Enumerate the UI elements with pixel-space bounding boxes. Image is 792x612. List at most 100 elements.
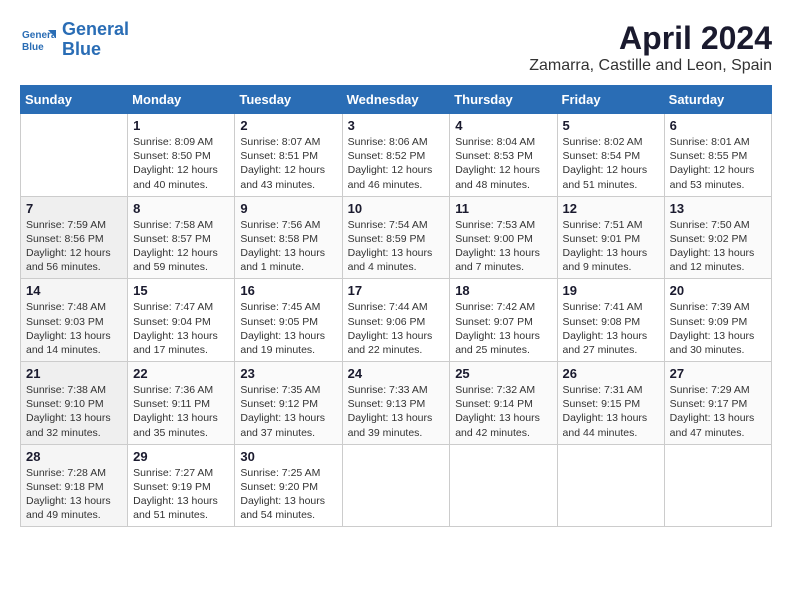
calendar-cell: 12Sunrise: 7:51 AMSunset: 9:01 PMDayligh… xyxy=(557,196,664,279)
calendar-cell: 29Sunrise: 7:27 AMSunset: 9:19 PMDayligh… xyxy=(128,444,235,527)
calendar-cell: 16 Sunrise: 7:45 AMSunset: 9:05 PMDayligh… xyxy=(235,279,342,362)
day-info: Sunrise: 7:33 AMSunset: 9:13 PMDaylight:… xyxy=(348,383,445,440)
calendar-cell: 22 Sunrise: 7:36 AMSunset: 9:11 PMDayligh… xyxy=(128,362,235,445)
day-number: 23 xyxy=(240,366,336,381)
day-number: 14 xyxy=(26,283,122,298)
day-number: 30 xyxy=(240,449,336,464)
day-info: Sunrise: 7:35 AMSunset: 9:12 PMDaylight:… xyxy=(240,383,336,440)
day-info: Sunrise: 7:39 AMSunset: 9:09 PMDaylight:… xyxy=(670,300,766,357)
day-info: Sunrise: 7:45 AMSunset: 9:05 PMDaylight:… xyxy=(240,300,336,357)
day-number: 22 xyxy=(133,366,229,381)
day-number: 24 xyxy=(348,366,445,381)
day-info: Sunrise: 7:44 AMSunset: 9:06 PMDaylight:… xyxy=(348,300,445,357)
calendar-cell: 30Sunrise: 7:25 AMSunset: 9:20 PMDayligh… xyxy=(235,444,342,527)
calendar-cell: 27Sunrise: 7:29 AMSunset: 9:17 PMDayligh… xyxy=(664,362,771,445)
day-number: 28 xyxy=(26,449,122,464)
day-info: Sunrise: 7:28 AMSunset: 9:18 PMDaylight:… xyxy=(26,466,122,523)
calendar-cell: 21 Sunrise: 7:38 AMSunset: 9:10 PMDayligh… xyxy=(21,362,128,445)
calendar-cell: 14 Sunrise: 7:48 AMSunset: 9:03 PMDayligh… xyxy=(21,279,128,362)
day-number: 12 xyxy=(563,201,659,216)
calendar-cell: 11 Sunrise: 7:53 AMSunset: 9:00 PMDayligh… xyxy=(450,196,557,279)
day-number: 5 xyxy=(563,118,659,133)
calendar-cell: 9Sunrise: 7:56 AMSunset: 8:58 PMDaylight… xyxy=(235,196,342,279)
calendar-cell: 3 Sunrise: 8:06 AMSunset: 8:52 PMDaylight… xyxy=(342,114,450,197)
calendar-cell: 5 Sunrise: 8:02 AMSunset: 8:54 PMDaylight… xyxy=(557,114,664,197)
day-number: 6 xyxy=(670,118,766,133)
day-number: 25 xyxy=(455,366,551,381)
day-info: Sunrise: 8:06 AMSunset: 8:52 PMDaylight:… xyxy=(348,135,445,192)
day-info: Sunrise: 7:56 AMSunset: 8:58 PMDaylight:… xyxy=(240,218,336,275)
calendar-cell: 8 Sunrise: 7:58 AMSunset: 8:57 PMDaylight… xyxy=(128,196,235,279)
calendar-cell: 18 Sunrise: 7:42 AMSunset: 9:07 PMDayligh… xyxy=(450,279,557,362)
weekday-header-row: SundayMondayTuesdayWednesdayThursdayFrid… xyxy=(21,86,772,114)
day-number: 4 xyxy=(455,118,551,133)
calendar-cell: 24 Sunrise: 7:33 AMSunset: 9:13 PMDayligh… xyxy=(342,362,450,445)
day-info: Sunrise: 8:04 AMSunset: 8:53 PMDaylight:… xyxy=(455,135,551,192)
day-number: 15 xyxy=(133,283,229,298)
calendar-cell: 19Sunrise: 7:41 AMSunset: 9:08 PMDayligh… xyxy=(557,279,664,362)
calendar-cell xyxy=(557,444,664,527)
calendar-week-row: 28 Sunrise: 7:28 AMSunset: 9:18 PMDayligh… xyxy=(21,444,772,527)
calendar-cell: 20 Sunrise: 7:39 AMSunset: 9:09 PMDayligh… xyxy=(664,279,771,362)
day-number: 13 xyxy=(670,201,766,216)
page-title: April 2024 xyxy=(529,20,772,57)
day-info: Sunrise: 7:50 AMSunset: 9:02 PMDaylight:… xyxy=(670,218,766,275)
day-number: 2 xyxy=(240,118,336,133)
calendar-cell: 6 Sunrise: 8:01 AMSunset: 8:55 PMDaylight… xyxy=(664,114,771,197)
calendar-cell: 2 Sunrise: 8:07 AMSunset: 8:51 PMDaylight… xyxy=(235,114,342,197)
calendar-cell: 1 Sunrise: 8:09 AMSunset: 8:50 PMDaylight… xyxy=(128,114,235,197)
weekday-header: Tuesday xyxy=(235,86,342,114)
day-info: Sunrise: 8:01 AMSunset: 8:55 PMDaylight:… xyxy=(670,135,766,192)
calendar-cell: 17 Sunrise: 7:44 AMSunset: 9:06 PMDayligh… xyxy=(342,279,450,362)
day-number: 20 xyxy=(670,283,766,298)
svg-text:Blue: Blue xyxy=(22,42,44,53)
page-subtitle: Zamarra, Castille and Leon, Spain xyxy=(529,57,772,75)
day-number: 16 xyxy=(240,283,336,298)
day-number: 21 xyxy=(26,366,122,381)
weekday-header: Friday xyxy=(557,86,664,114)
day-number: 1 xyxy=(133,118,229,133)
day-info: Sunrise: 7:32 AMSunset: 9:14 PMDaylight:… xyxy=(455,383,551,440)
day-info: Sunrise: 7:36 AMSunset: 9:11 PMDaylight:… xyxy=(133,383,229,440)
day-info: Sunrise: 7:59 AMSunset: 8:56 PMDaylight:… xyxy=(26,218,122,275)
calendar-cell: 10 Sunrise: 7:54 AMSunset: 8:59 PMDayligh… xyxy=(342,196,450,279)
day-number: 8 xyxy=(133,201,229,216)
calendar-cell: 4 Sunrise: 8:04 AMSunset: 8:53 PMDaylight… xyxy=(450,114,557,197)
day-number: 11 xyxy=(455,201,551,216)
day-number: 17 xyxy=(348,283,445,298)
day-info: Sunrise: 8:02 AMSunset: 8:54 PMDaylight:… xyxy=(563,135,659,192)
day-number: 3 xyxy=(348,118,445,133)
calendar-cell: 23 Sunrise: 7:35 AMSunset: 9:12 PMDayligh… xyxy=(235,362,342,445)
day-info: Sunrise: 7:48 AMSunset: 9:03 PMDaylight:… xyxy=(26,300,122,357)
weekday-header: Thursday xyxy=(450,86,557,114)
day-info: Sunrise: 7:58 AMSunset: 8:57 PMDaylight:… xyxy=(133,218,229,275)
day-number: 7 xyxy=(26,201,122,216)
day-info: Sunrise: 7:27 AMSunset: 9:19 PMDaylight:… xyxy=(133,466,229,523)
day-info: Sunrise: 7:29 AMSunset: 9:17 PMDaylight:… xyxy=(670,383,766,440)
day-info: Sunrise: 7:42 AMSunset: 9:07 PMDaylight:… xyxy=(455,300,551,357)
calendar-cell: 7 Sunrise: 7:59 AMSunset: 8:56 PMDaylight… xyxy=(21,196,128,279)
title-block: April 2024 Zamarra, Castille and Leon, S… xyxy=(529,20,772,75)
calendar-cell xyxy=(450,444,557,527)
day-number: 18 xyxy=(455,283,551,298)
weekday-header: Wednesday xyxy=(342,86,450,114)
day-info: Sunrise: 7:38 AMSunset: 9:10 PMDaylight:… xyxy=(26,383,122,440)
day-info: Sunrise: 7:54 AMSunset: 8:59 PMDaylight:… xyxy=(348,218,445,275)
calendar-week-row: 21 Sunrise: 7:38 AMSunset: 9:10 PMDayligh… xyxy=(21,362,772,445)
day-info: Sunrise: 8:09 AMSunset: 8:50 PMDaylight:… xyxy=(133,135,229,192)
calendar-cell xyxy=(664,444,771,527)
page-header: General Blue General Blue April 2024 Zam… xyxy=(20,20,772,75)
day-info: Sunrise: 8:07 AMSunset: 8:51 PMDaylight:… xyxy=(240,135,336,192)
calendar-cell xyxy=(342,444,450,527)
logo-icon: General Blue xyxy=(20,22,56,58)
day-info: Sunrise: 7:41 AMSunset: 9:08 PMDaylight:… xyxy=(563,300,659,357)
day-info: Sunrise: 7:31 AMSunset: 9:15 PMDaylight:… xyxy=(563,383,659,440)
calendar-week-row: 7 Sunrise: 7:59 AMSunset: 8:56 PMDaylight… xyxy=(21,196,772,279)
calendar-cell: 13 Sunrise: 7:50 AMSunset: 9:02 PMDayligh… xyxy=(664,196,771,279)
calendar-cell: 28 Sunrise: 7:28 AMSunset: 9:18 PMDayligh… xyxy=(21,444,128,527)
day-info: Sunrise: 7:53 AMSunset: 9:00 PMDaylight:… xyxy=(455,218,551,275)
calendar-week-row: 1 Sunrise: 8:09 AMSunset: 8:50 PMDaylight… xyxy=(21,114,772,197)
day-number: 10 xyxy=(348,201,445,216)
calendar-table: SundayMondayTuesdayWednesdayThursdayFrid… xyxy=(20,85,772,527)
calendar-cell: 25 Sunrise: 7:32 AMSunset: 9:14 PMDayligh… xyxy=(450,362,557,445)
